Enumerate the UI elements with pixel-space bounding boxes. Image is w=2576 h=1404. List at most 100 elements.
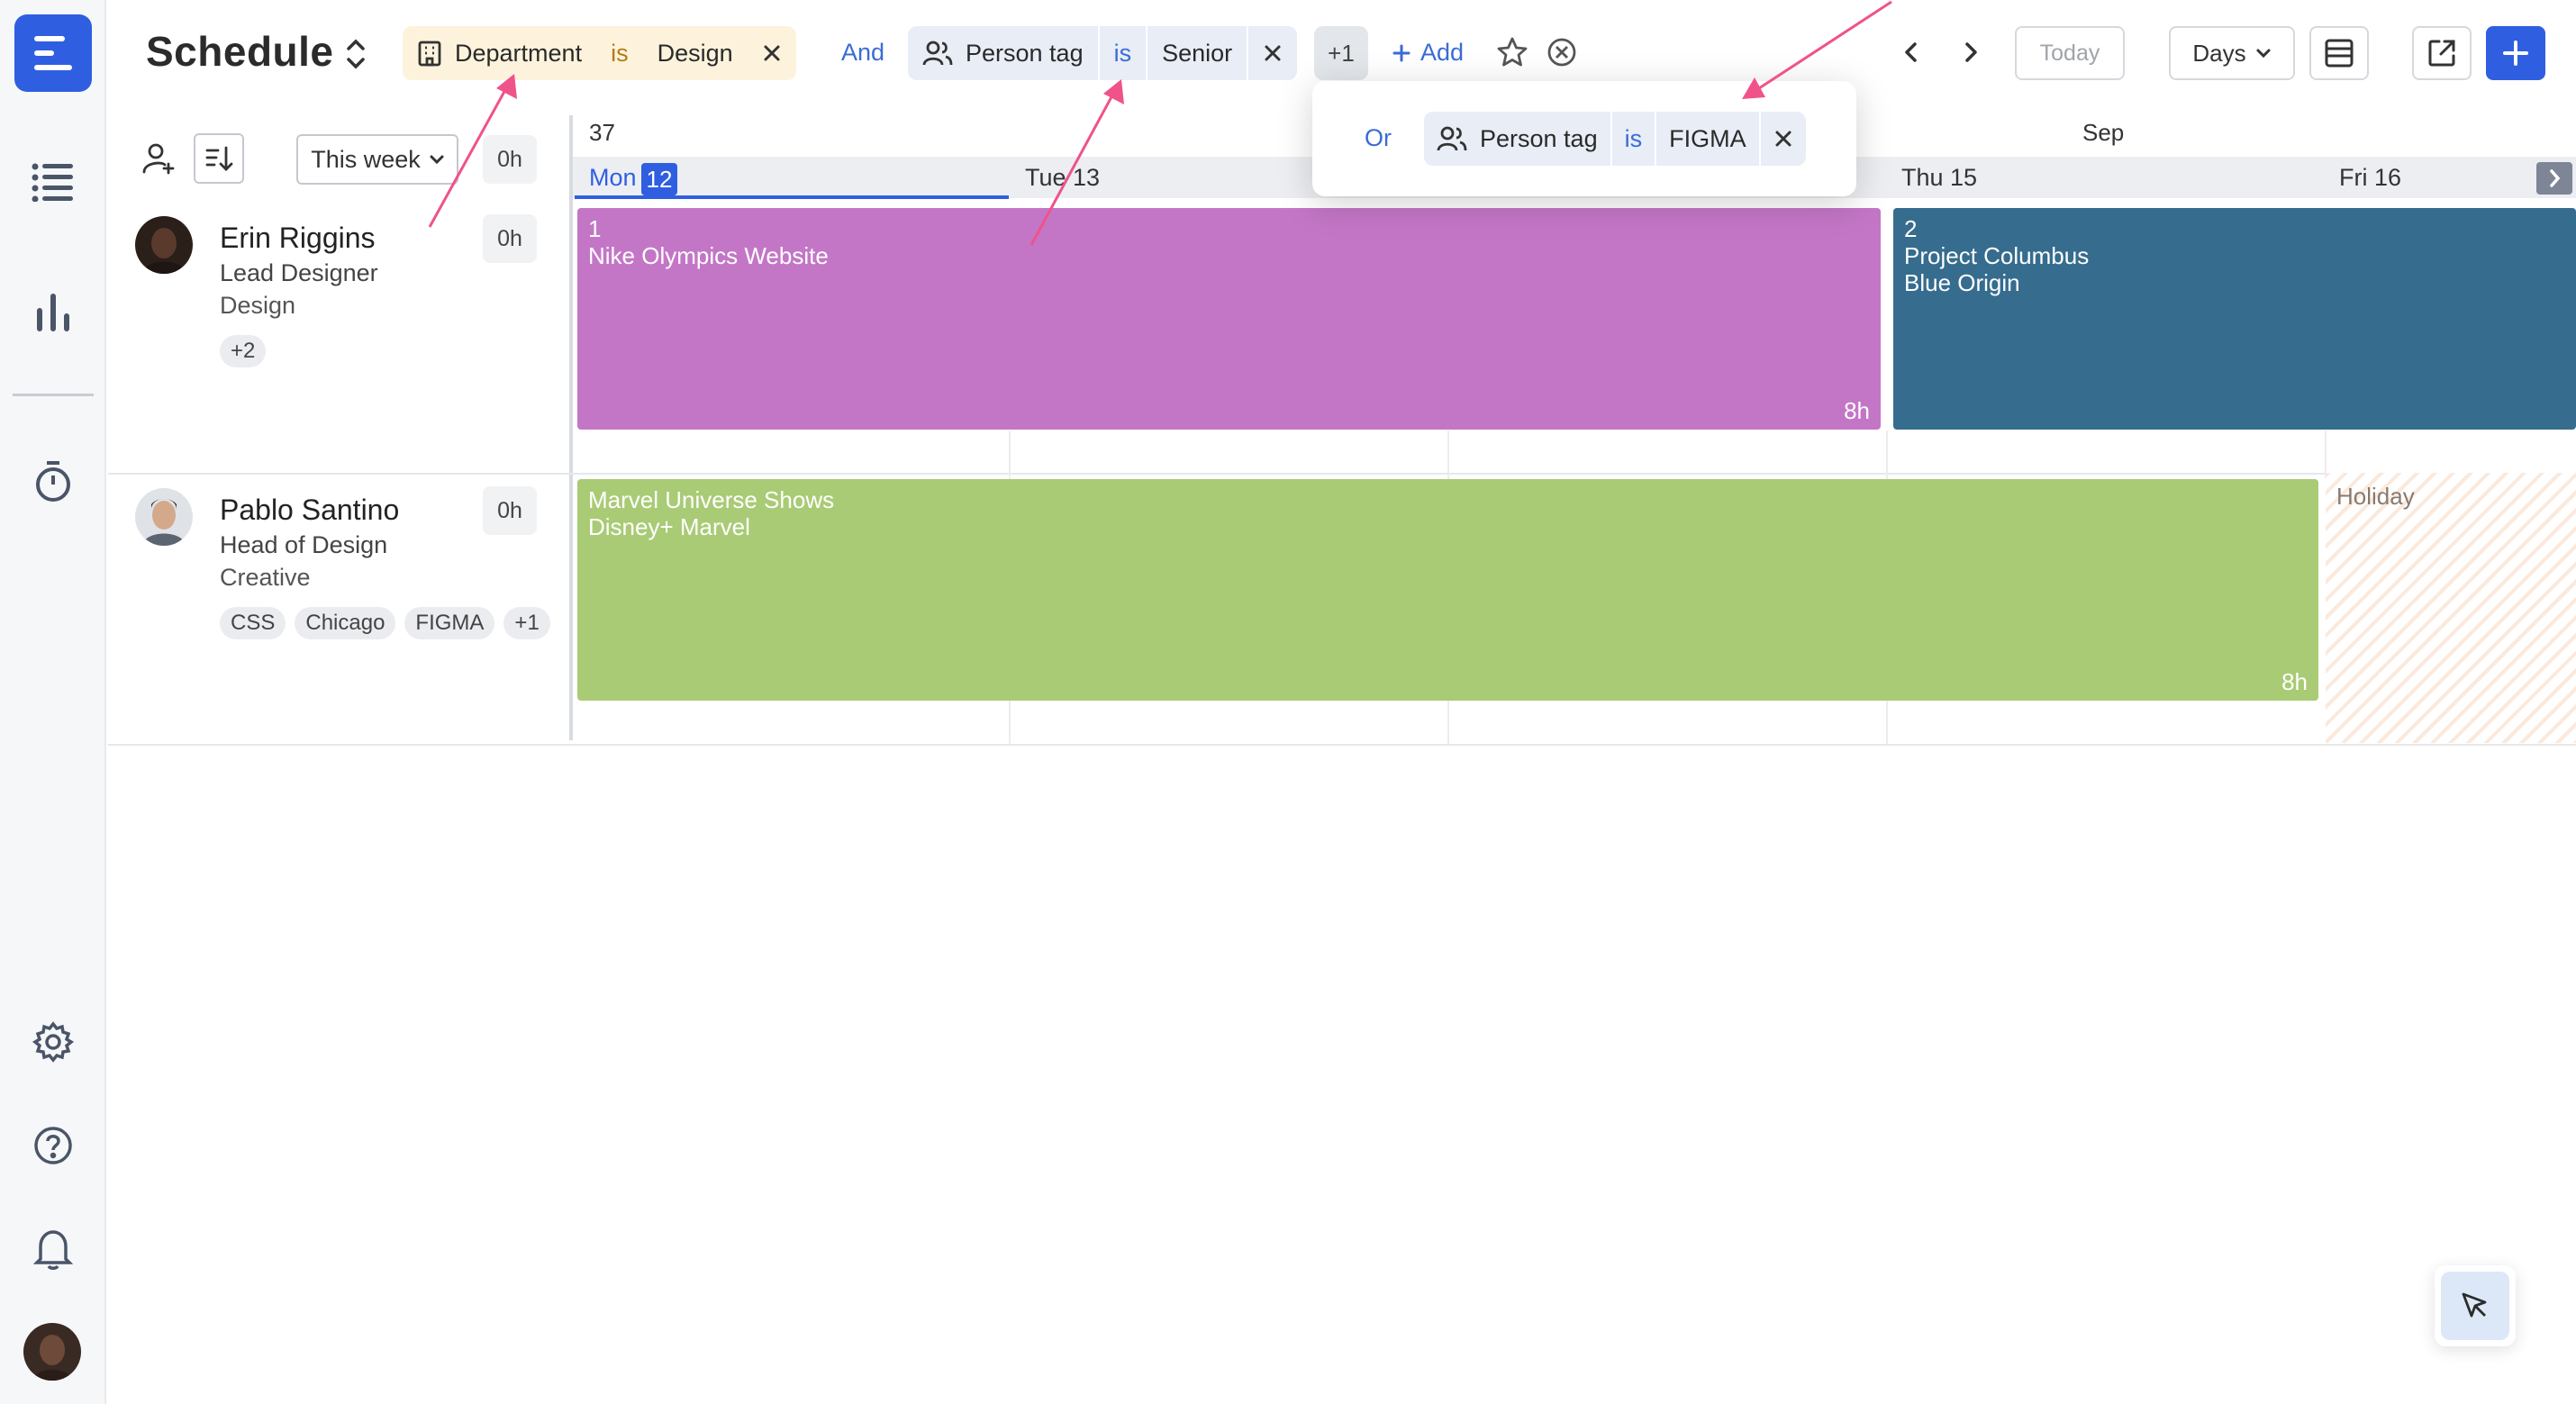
person-row[interactable]: Erin Riggins Lead Designer Design +2 0h — [108, 204, 569, 474]
day-label-friday[interactable]: Fri 16 — [2339, 164, 2401, 192]
person-role: Head of Design — [220, 531, 388, 558]
panel-divider — [569, 115, 573, 740]
holiday-label: Holiday — [2336, 483, 2415, 510]
filter-value[interactable]: Design — [643, 26, 748, 80]
cursor-arrow-icon — [2462, 1292, 2487, 1318]
filter-popover: Or Person tag is FIGMA — [1312, 81, 1856, 196]
person-row[interactable]: Pablo Santino Head of Design Creative CS… — [108, 476, 569, 744]
filter-chip-department[interactable]: Department is Design — [403, 26, 796, 80]
today-button[interactable]: Today — [2015, 26, 2125, 80]
add-filter-button[interactable]: Add — [1392, 39, 1464, 67]
allocation-project: Project Columbus — [1904, 242, 2090, 269]
week-number: 37 — [589, 119, 615, 146]
scroll-right-button[interactable] — [2536, 162, 2572, 195]
people-icon — [922, 41, 953, 66]
person-department: Creative — [220, 564, 311, 591]
app-logo-icon[interactable] — [14, 14, 92, 92]
filter-operator[interactable]: is — [1610, 112, 1655, 166]
help-icon[interactable] — [27, 1119, 79, 1172]
filter-chip-person-tag[interactable]: Person tag is Senior — [908, 26, 1298, 80]
annotation-arrow — [1755, 0, 1892, 92]
allocation-hours: 8h — [1844, 397, 1870, 424]
timer-icon[interactable] — [27, 456, 79, 508]
filter-conjunction[interactable]: And — [841, 39, 884, 67]
select-tool-button[interactable] — [2435, 1265, 2516, 1346]
date-range-label: This week — [311, 145, 421, 173]
add-allocation-button[interactable] — [2486, 26, 2545, 80]
close-icon — [1265, 45, 1281, 61]
more-filters-badge[interactable]: +1 — [1314, 26, 1368, 80]
filter-operator[interactable]: is — [596, 26, 643, 80]
notifications-bell-icon[interactable] — [27, 1222, 79, 1274]
filter-field-label: Person tag — [1480, 124, 1598, 152]
user-avatar[interactable] — [23, 1323, 81, 1381]
layout-icon — [2325, 39, 2354, 68]
row-divider — [108, 473, 2576, 475]
person-role: Lead Designer — [220, 259, 378, 286]
sort-button[interactable] — [194, 133, 244, 184]
close-icon — [1775, 131, 1791, 147]
chevron-left-icon — [1905, 42, 1917, 62]
settings-gear-icon[interactable] — [27, 1016, 79, 1068]
view-select[interactable]: Days — [2169, 26, 2295, 80]
allocation-hours: 8h — [2281, 668, 2308, 695]
filter-chip-person-tag[interactable]: Person tag is FIGMA — [1424, 112, 1806, 166]
allocation-count: 1 — [588, 215, 602, 242]
tag-badge[interactable]: +1 — [503, 607, 550, 639]
remove-filter-button[interactable] — [1758, 112, 1806, 166]
page-title: Schedule — [146, 28, 334, 75]
plus-icon — [2503, 41, 2528, 66]
remove-filter-button[interactable] — [748, 26, 796, 80]
person-photo — [135, 216, 193, 274]
star-icon[interactable] — [1495, 36, 1529, 73]
allocation-count: 2 — [1904, 215, 1918, 242]
next-period-button[interactable] — [1958, 36, 1983, 73]
person-tags: +2 — [220, 335, 267, 367]
bar-chart-icon[interactable] — [27, 286, 79, 339]
title-switcher-icon[interactable] — [342, 36, 369, 72]
add-person-button[interactable] — [133, 133, 184, 184]
people-icon — [1437, 126, 1467, 151]
building-icon — [418, 41, 441, 67]
rail-divider — [13, 394, 94, 396]
clear-filters-icon[interactable] — [1546, 36, 1578, 73]
tag-badge[interactable]: +2 — [220, 335, 267, 367]
layout-toggle-button[interactable] — [2309, 26, 2369, 80]
sort-icon — [205, 146, 233, 171]
person-name[interactable]: Erin Riggins — [220, 222, 376, 255]
allocation-bar[interactable]: Marvel Universe Shows Disney+ Marvel 8h — [577, 479, 2318, 701]
filter-conjunction[interactable]: Or — [1365, 124, 1392, 152]
person-photo — [135, 488, 193, 546]
remove-filter-button[interactable] — [1247, 26, 1297, 80]
allocation-bar[interactable]: 1 Nike Olympics Website 8h — [577, 208, 1881, 430]
person-tags: CSS Chicago FIGMA +1 — [220, 607, 550, 639]
person-name[interactable]: Pablo Santino — [220, 494, 399, 527]
tag-badge[interactable]: Chicago — [295, 607, 396, 639]
list-icon[interactable] — [27, 156, 79, 208]
allocation-bar[interactable]: 2 Project Columbus Blue Origin — [1893, 208, 2576, 430]
add-filter-label: Add — [1420, 39, 1465, 66]
allocation-client: Disney+ Marvel — [588, 513, 750, 540]
open-external-button[interactable] — [2412, 26, 2472, 80]
day-label-thursday[interactable]: Thu 15 — [1901, 164, 1977, 192]
previous-period-button[interactable] — [1899, 36, 1924, 73]
row-divider — [108, 744, 2576, 746]
person-department: Design — [220, 292, 296, 319]
filter-value[interactable]: Senior — [1146, 26, 1247, 80]
tag-badge[interactable]: FIGMA — [404, 607, 495, 639]
external-link-icon — [2428, 40, 2455, 67]
view-select-label: Days — [2192, 39, 2246, 67]
add-person-icon — [142, 143, 175, 175]
allocation-client: Blue Origin — [1904, 269, 2020, 296]
day-label-tuesday[interactable]: Tue 13 — [1025, 164, 1100, 192]
filter-operator[interactable]: is — [1097, 26, 1147, 80]
annotation-arrowhead — [1103, 79, 1124, 104]
chevron-down-icon — [2256, 49, 2271, 59]
plus-icon — [1392, 44, 1410, 61]
day-label-monday[interactable]: Mon — [589, 164, 637, 192]
tag-badge[interactable]: CSS — [220, 607, 286, 639]
date-range-select[interactable]: This week — [296, 134, 458, 185]
chevron-right-icon — [1965, 42, 1977, 62]
holiday-block[interactable] — [2326, 473, 2576, 743]
filter-value[interactable]: FIGMA — [1655, 112, 1759, 166]
